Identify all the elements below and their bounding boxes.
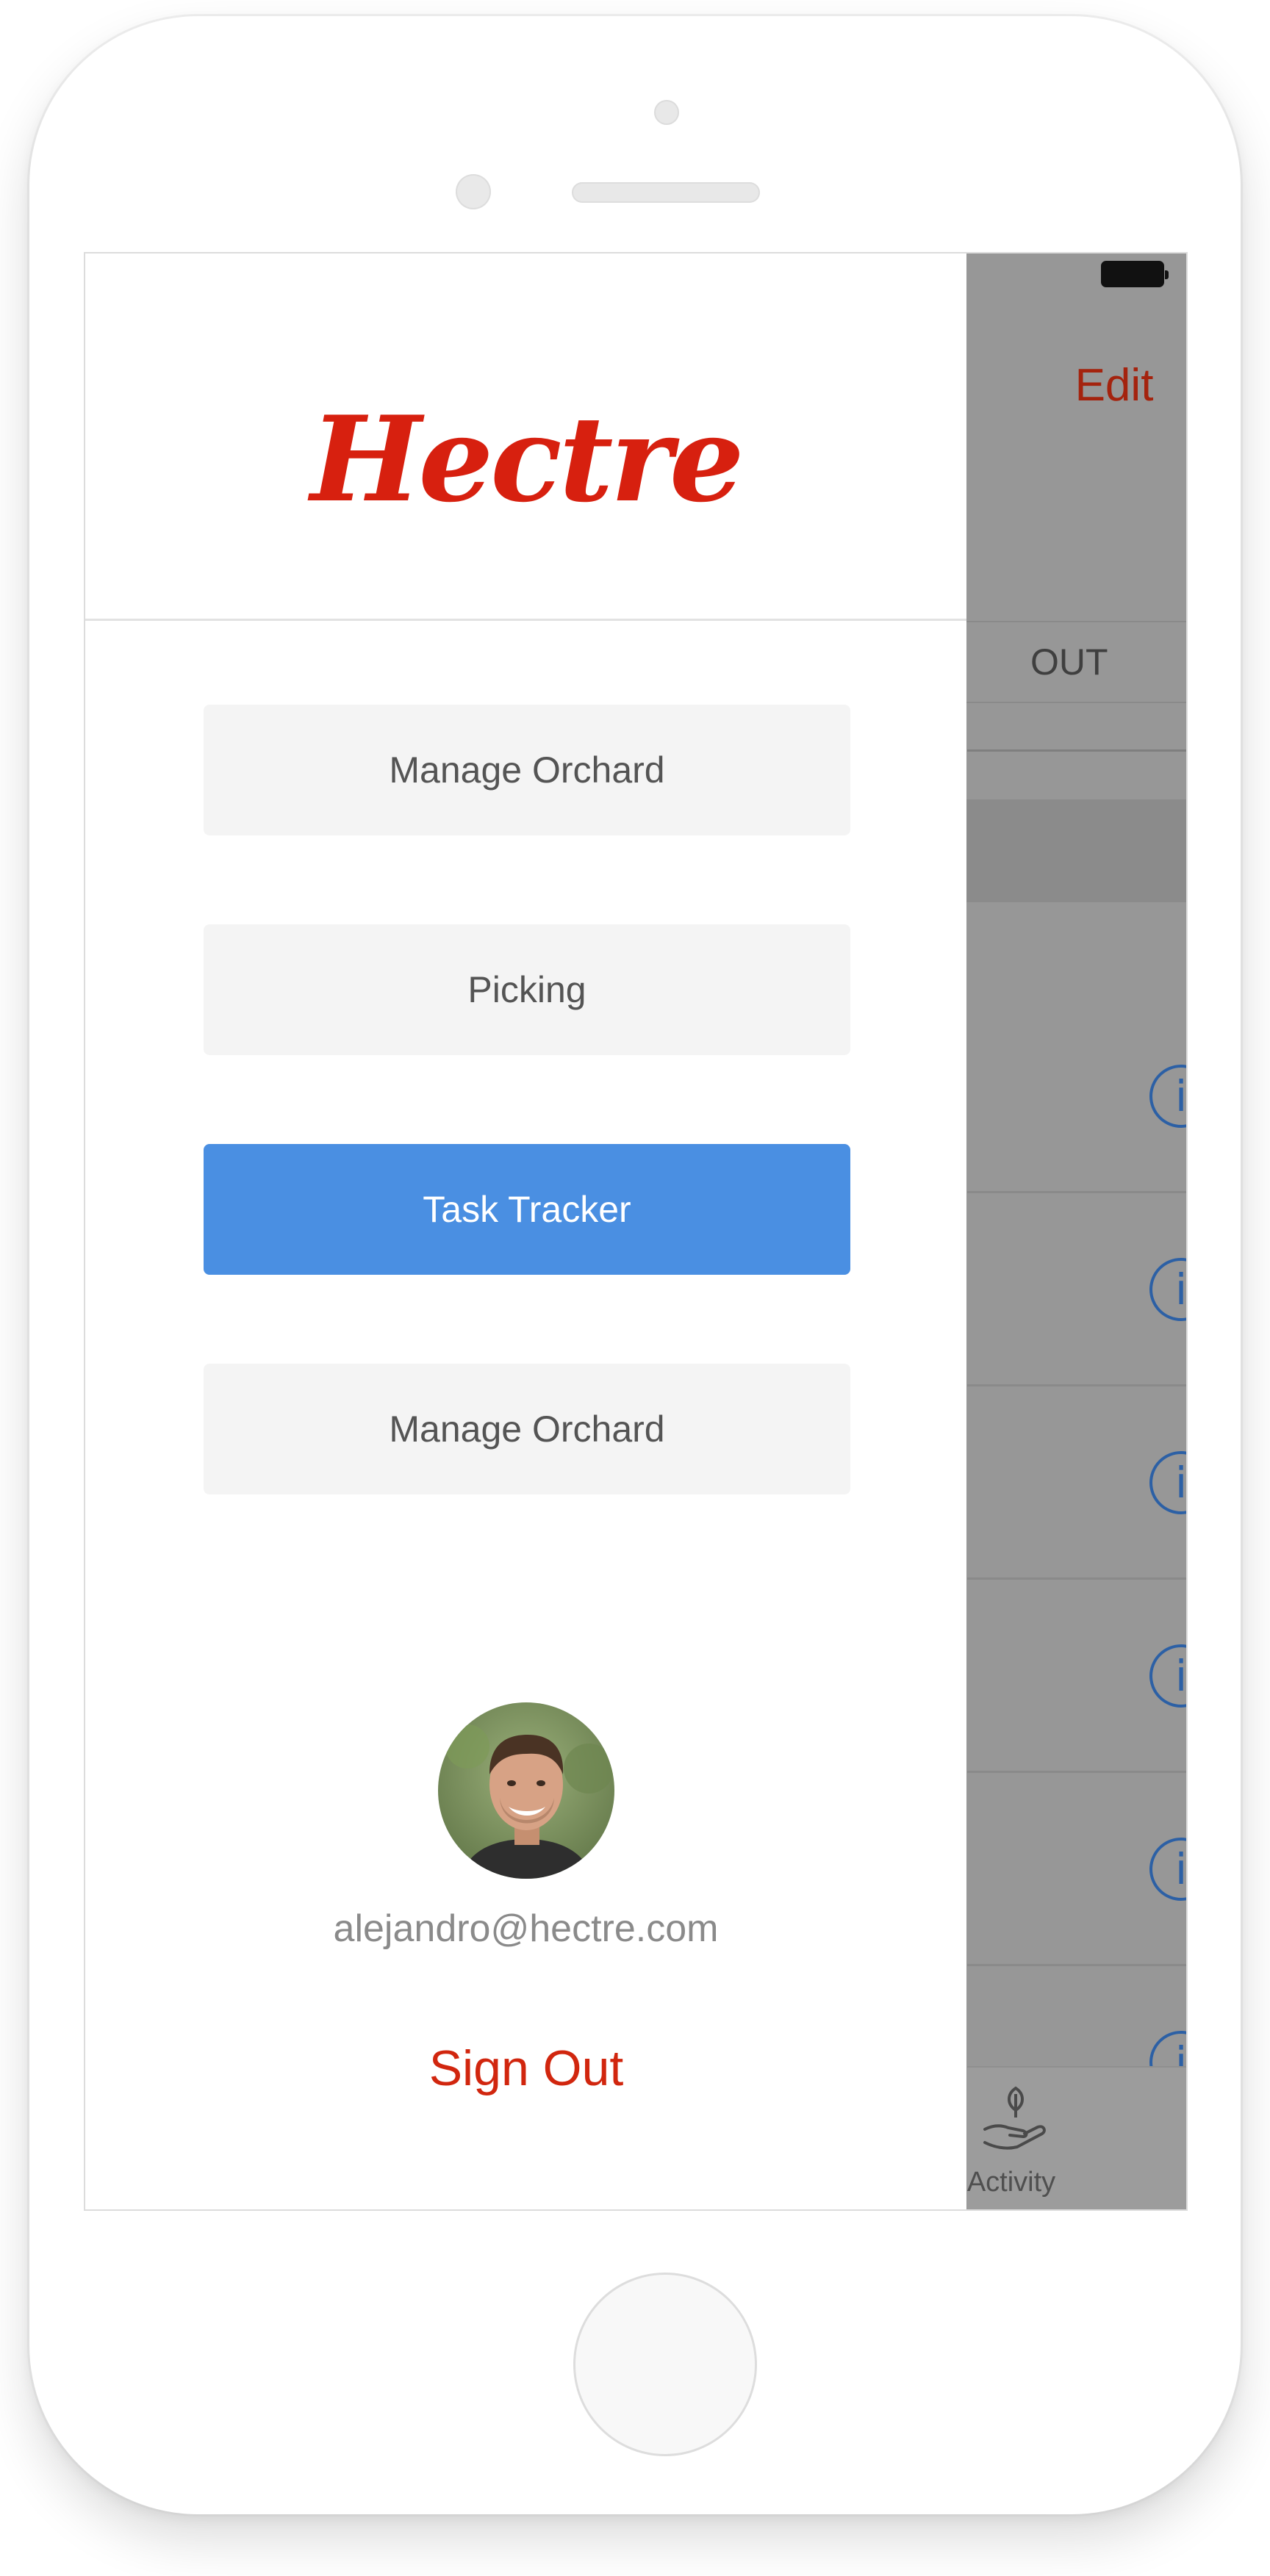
info-icon[interactable]: i <box>1149 1258 1186 1321</box>
user-email: alejandro@hectre.com <box>333 1907 719 1950</box>
drawer-divider <box>85 619 966 621</box>
info-icon[interactable]: i <box>1149 1065 1186 1128</box>
proximity-sensor <box>654 100 679 125</box>
avatar <box>438 1702 614 1879</box>
info-icon[interactable]: i <box>1149 1838 1186 1901</box>
info-icon[interactable]: i <box>1149 1644 1186 1708</box>
front-camera <box>456 174 491 209</box>
list-item[interactable]: i <box>967 1580 1186 1773</box>
list-item[interactable]: i <box>967 1000 1186 1193</box>
header-divider <box>967 749 1186 752</box>
edit-button[interactable]: Edit <box>1041 349 1186 422</box>
menu-button-task-tracker[interactable]: Task Tracker <box>204 1144 850 1275</box>
list-item[interactable]: i <box>967 1773 1186 1966</box>
sign-out-button[interactable]: Sign Out <box>365 2032 688 2105</box>
plant-in-hand-icon[interactable] <box>979 2081 1052 2154</box>
info-icon[interactable]: i <box>1149 1451 1186 1514</box>
app-screen: Edit OUT i i i i i i Activity Hectre Man… <box>84 252 1188 2211</box>
menu-button-manage-orchard[interactable]: Manage Orchard <box>204 705 850 835</box>
earpiece-speaker <box>572 182 760 203</box>
menu-button-picking[interactable]: Picking <box>204 924 850 1055</box>
side-drawer: Hectre Manage Orchard Picking Task Track… <box>85 253 966 2209</box>
hectre-logo: Hectre <box>310 390 744 528</box>
list-item[interactable]: i <box>967 1193 1186 1386</box>
battery-icon <box>1101 261 1169 287</box>
home-button[interactable] <box>573 2273 757 2456</box>
list-item[interactable]: i <box>967 1966 1186 2094</box>
menu-button-manage-orchard-2[interactable]: Manage Orchard <box>204 1364 850 1494</box>
list-item[interactable]: i <box>967 1386 1186 1580</box>
